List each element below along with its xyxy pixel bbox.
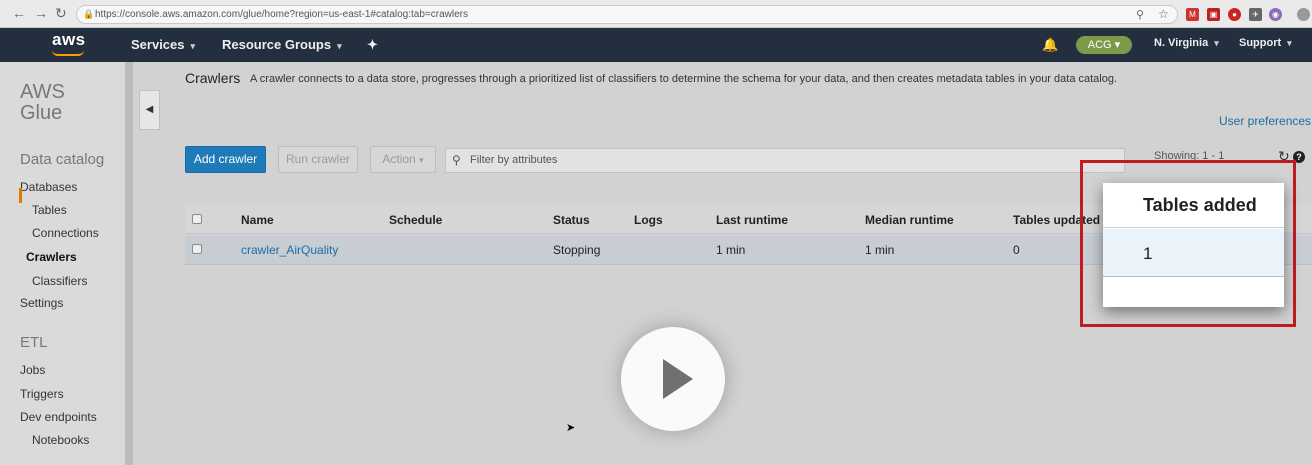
page-title: Crawlers bbox=[185, 70, 241, 86]
sidebar-item-connections[interactable]: Connections bbox=[32, 226, 99, 240]
cell-last-runtime: 1 min bbox=[716, 243, 746, 257]
url-text: https://console.aws.amazon.com/glue/home… bbox=[95, 9, 468, 20]
sidebar-scrollbar[interactable] bbox=[125, 62, 133, 465]
column-schedule[interactable]: Schedule bbox=[389, 213, 442, 227]
cell-tables-updated: 0 bbox=[1013, 243, 1020, 257]
video-play-button[interactable] bbox=[621, 327, 725, 431]
browser-toolbar: ← → ↻ 🔒 https://console.aws.amazon.com/g… bbox=[0, 0, 1312, 28]
column-median-runtime[interactable]: Median runtime bbox=[865, 213, 954, 227]
sidebar: AWS Glue Data catalog Databases Tables C… bbox=[0, 62, 127, 465]
sidebar-item-tables[interactable]: Tables bbox=[32, 203, 67, 217]
run-crawler-button[interactable]: Run crawler bbox=[278, 146, 358, 173]
page-description: A crawler connects to a data store, prog… bbox=[250, 73, 1118, 85]
chevron-down-icon: ▾ bbox=[419, 155, 424, 165]
cell-median-runtime: 1 min bbox=[865, 243, 895, 257]
sidebar-item-jobs[interactable]: Jobs bbox=[20, 363, 45, 377]
sidebar-item-classifiers[interactable]: Classifiers bbox=[32, 274, 87, 288]
tables-added-value: 1 bbox=[1143, 244, 1153, 263]
chevron-down-icon: ▾ bbox=[1287, 38, 1292, 48]
profile-icon[interactable] bbox=[1297, 8, 1310, 21]
etl-heading: ETL bbox=[20, 334, 48, 351]
play-icon bbox=[663, 359, 693, 399]
sidebar-item-dev-endpoints[interactable]: Dev endpoints bbox=[20, 410, 97, 424]
adblock-extension-icon[interactable]: ● bbox=[1228, 8, 1241, 21]
chevron-down-icon: ▾ bbox=[337, 41, 342, 51]
callout-row: 1 bbox=[1103, 229, 1284, 277]
cell-status: Stopping bbox=[553, 243, 601, 257]
sidebar-item-notebooks[interactable]: Notebooks bbox=[32, 433, 89, 447]
row-checkbox[interactable] bbox=[192, 244, 202, 254]
resource-groups-menu[interactable]: Resource Groups ▾ bbox=[222, 37, 342, 52]
user-preferences-link[interactable]: User preferences bbox=[1219, 114, 1311, 128]
collapse-sidebar-button[interactable]: ◀ bbox=[139, 90, 160, 130]
region-menu[interactable]: N. Virginia ▾ bbox=[1154, 37, 1219, 49]
service-title: AWS Glue bbox=[20, 81, 65, 124]
forward-icon[interactable]: → bbox=[34, 5, 48, 21]
active-indicator bbox=[19, 188, 22, 203]
address-bar[interactable]: 🔒 https://console.aws.amazon.com/glue/ho… bbox=[76, 5, 1178, 24]
chevron-down-icon: ▾ bbox=[1214, 38, 1219, 48]
lock-icon: 🔒 bbox=[83, 9, 95, 19]
aws-logo-smile bbox=[52, 50, 84, 56]
search-icon: ⚲ bbox=[452, 153, 461, 167]
extension-icon[interactable]: ◉ bbox=[1269, 8, 1282, 21]
mouse-cursor-icon: ➤ bbox=[566, 422, 576, 434]
sidebar-item-databases[interactable]: Databases bbox=[20, 180, 77, 194]
filter-input[interactable]: ⚲ Filter by attributes bbox=[445, 148, 1125, 173]
extension-icon[interactable]: ▣ bbox=[1207, 8, 1220, 21]
select-all-checkbox[interactable] bbox=[192, 214, 202, 224]
column-name[interactable]: Name bbox=[241, 213, 274, 227]
caret-left-icon: ◀ bbox=[145, 104, 154, 115]
account-menu[interactable]: ACG ▾ bbox=[1076, 36, 1132, 54]
services-menu[interactable]: Services ▾ bbox=[131, 37, 195, 52]
tables-added-header: Tables added bbox=[1143, 195, 1257, 215]
gmail-extension-icon[interactable]: M bbox=[1186, 8, 1199, 21]
column-logs[interactable]: Logs bbox=[634, 213, 663, 227]
pin-icon[interactable]: ✦ bbox=[367, 37, 378, 53]
action-dropdown[interactable]: Action ▾ bbox=[370, 146, 436, 173]
bell-icon[interactable]: 🔔 bbox=[1042, 37, 1058, 53]
sidebar-item-crawlers[interactable]: Crawlers bbox=[26, 250, 77, 264]
tables-added-callout: Tables added 1 bbox=[1103, 183, 1284, 307]
aws-console-header: aws Services ▾ Resource Groups ▾ ✦ 🔔 ACG ▾… bbox=[0, 28, 1312, 62]
data-catalog-heading: Data catalog bbox=[20, 151, 105, 168]
column-status[interactable]: Status bbox=[553, 213, 590, 227]
extension-icon[interactable]: ✈ bbox=[1249, 8, 1262, 21]
aws-logo[interactable]: aws bbox=[52, 30, 86, 50]
add-crawler-button[interactable]: Add crawler bbox=[185, 146, 266, 173]
bookmark-star-icon[interactable]: ☆ bbox=[1158, 7, 1169, 21]
sidebar-item-triggers[interactable]: Triggers bbox=[20, 387, 64, 401]
callout-header: Tables added bbox=[1103, 183, 1284, 228]
back-icon[interactable]: ← bbox=[12, 5, 26, 21]
reload-icon[interactable]: ↻ bbox=[55, 5, 67, 22]
filter-placeholder: Filter by attributes bbox=[470, 154, 558, 166]
crawler-name-link[interactable]: crawler_AirQuality bbox=[241, 243, 338, 257]
sidebar-item-settings[interactable]: Settings bbox=[20, 296, 63, 310]
column-last-runtime[interactable]: Last runtime bbox=[716, 213, 788, 227]
chevron-down-icon: ▾ bbox=[190, 41, 196, 51]
support-menu[interactable]: Support ▾ bbox=[1239, 37, 1292, 49]
zoom-icon[interactable]: ⚲ bbox=[1136, 8, 1144, 21]
